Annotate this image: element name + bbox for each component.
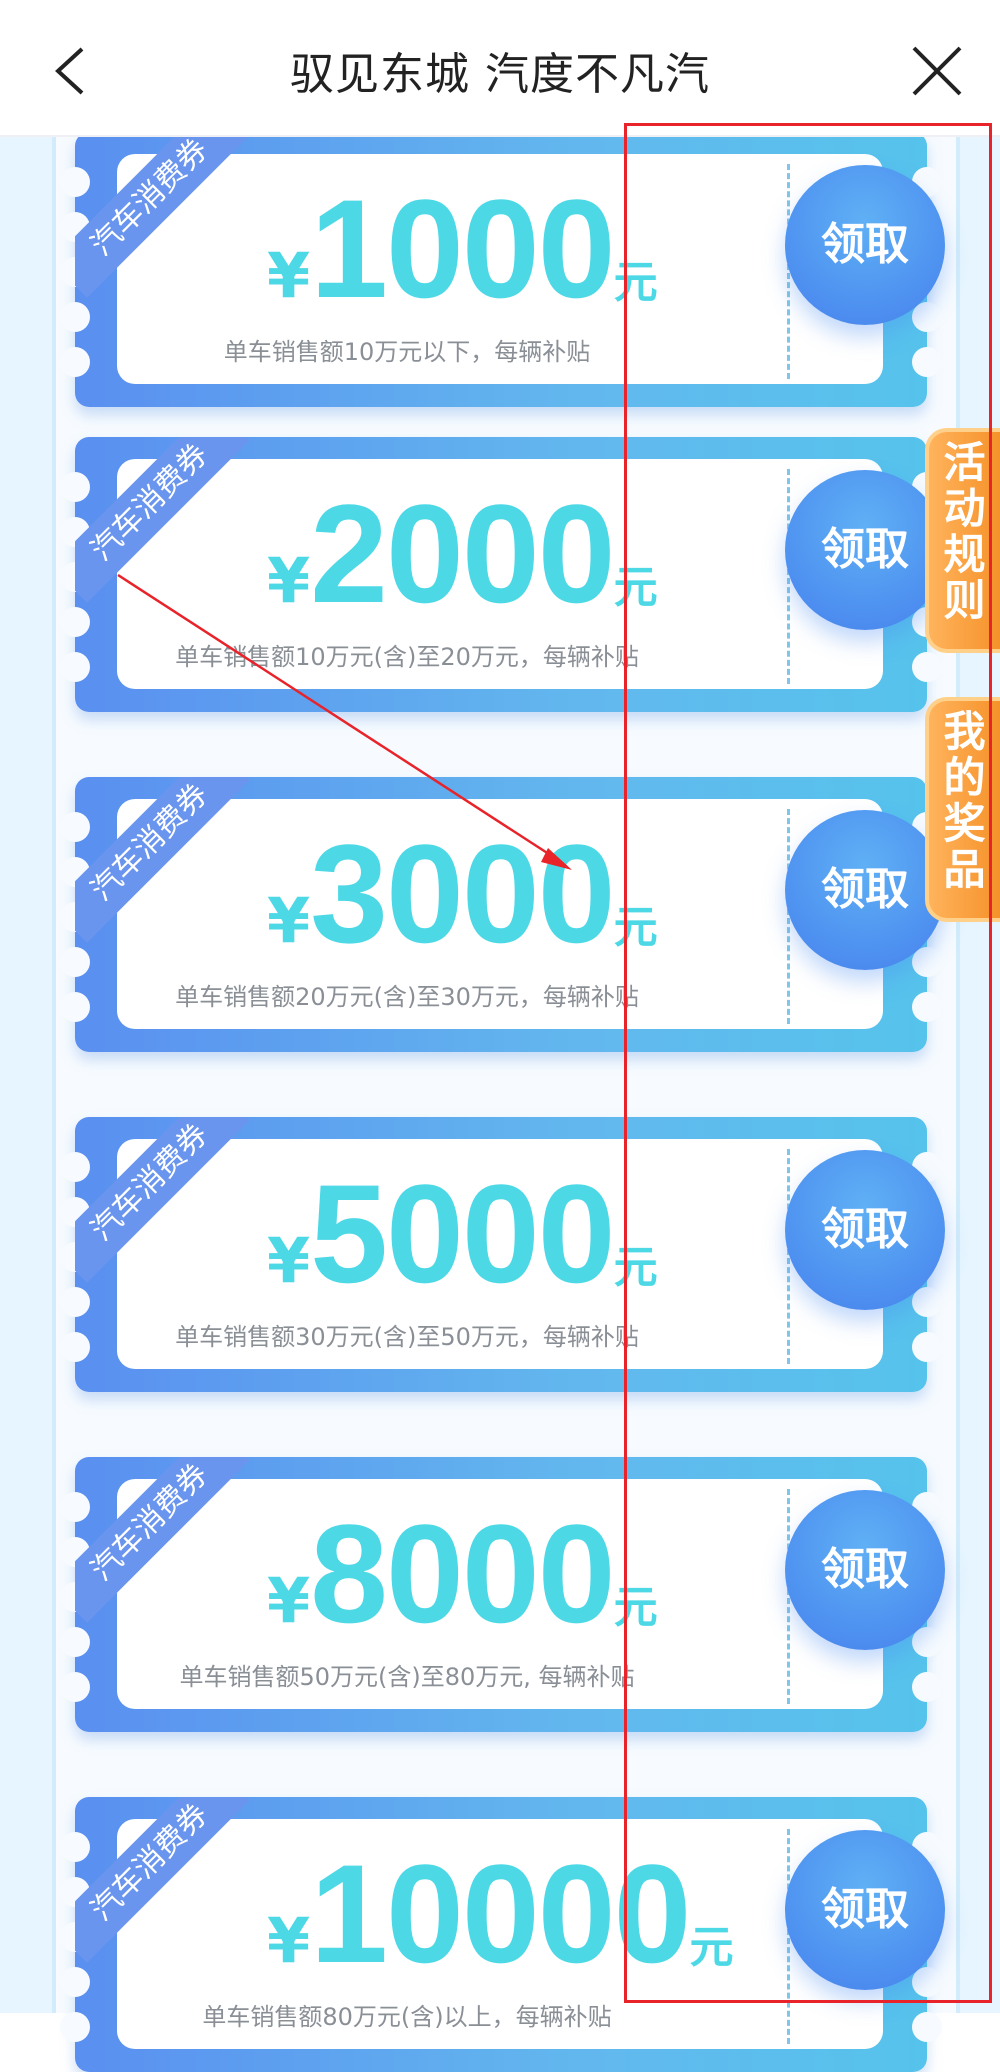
- ticket-notch: [912, 1672, 942, 1702]
- coupon-ribbon: 汽车消费券: [75, 1457, 250, 1623]
- ticket-notch: [60, 1332, 90, 1362]
- coupon-value: 10000: [310, 1835, 691, 1992]
- ticket-notch: [912, 302, 942, 332]
- claim-button[interactable]: 领取: [785, 810, 945, 970]
- my-prizes-tab[interactable]: 我的奖品: [925, 697, 1000, 922]
- ticket-notch: [912, 992, 942, 1022]
- coupon-card: ¥5000元 单车销售额30万元(含)至50万元，每辆补贴 汽车消费券 领取: [60, 1117, 945, 1392]
- claim-button[interactable]: 领取: [785, 1490, 945, 1650]
- coupon-description: 单车销售额80万元(含)以上，每辆补贴: [202, 2003, 612, 2031]
- ribbon-container: 汽车消费券: [75, 437, 275, 637]
- activity-rules-label: 活动规则: [943, 438, 986, 625]
- coupon-value: 1000: [310, 170, 615, 327]
- coupon-description: 单车销售额20万元(含)至30万元，每辆补贴: [175, 983, 639, 1011]
- ticket-notch: [912, 652, 942, 682]
- coupon-description: 单车销售额50万元(含)至80万元, 每辆补贴: [179, 1663, 635, 1691]
- coupon-amount: ¥1000元: [267, 174, 658, 324]
- ticket-notch: [60, 652, 90, 682]
- coupon-value: 5000: [310, 1155, 615, 1312]
- ribbon-container: 汽车消费券: [75, 777, 275, 977]
- ticket-notch: [912, 1287, 942, 1317]
- ticket-notch: [912, 2012, 942, 2042]
- currency-unit: 元: [613, 562, 658, 613]
- currency-unit: 元: [613, 257, 658, 308]
- coupon-value: 3000: [310, 815, 615, 972]
- ticket-notch: [912, 347, 942, 377]
- coupon-ribbon: 汽车消费券: [75, 1117, 250, 1283]
- coupon-amount: ¥2000元: [267, 479, 658, 629]
- ribbon-container: 汽车消费券: [75, 132, 275, 332]
- ticket-notch: [912, 947, 942, 977]
- coupon-card: ¥3000元 单车销售额20万元(含)至30万元，每辆补贴 汽车消费券 领取: [60, 777, 945, 1052]
- coupon-description: 单车销售额10万元(含)至20万元，每辆补贴: [175, 643, 639, 671]
- currency-unit: 元: [613, 1582, 658, 1633]
- currency-unit: 元: [613, 902, 658, 953]
- coupon-amount: ¥3000元: [267, 819, 658, 969]
- coupon-card: ¥8000元 单车销售额50万元(含)至80万元, 每辆补贴 汽车消费券 领取: [60, 1457, 945, 1732]
- ribbon-container: 汽车消费券: [75, 1797, 275, 1997]
- claim-button[interactable]: 领取: [785, 470, 945, 630]
- claim-button[interactable]: 领取: [785, 1830, 945, 1990]
- ticket-notch: [60, 2012, 90, 2042]
- coupon-ribbon: 汽车消费券: [75, 132, 250, 298]
- coupon-card: ¥1000元 单车销售额10万元以下，每辆补贴 汽车消费券 领取: [60, 132, 945, 407]
- coupon-ribbon: 汽车消费券: [75, 777, 250, 943]
- ticket-notch: [60, 347, 90, 377]
- coupon-amount: ¥5000元: [267, 1159, 658, 1309]
- claim-button[interactable]: 领取: [785, 1150, 945, 1310]
- activity-rules-tab[interactable]: 活动规则: [925, 428, 1000, 653]
- currency-unit: 元: [689, 1922, 734, 1973]
- page-title: 驭见东城 汽度不凡汽: [290, 49, 710, 100]
- coupon-value: 2000: [310, 475, 615, 632]
- ticket-notch: [60, 992, 90, 1022]
- currency-unit: 元: [613, 1242, 658, 1293]
- coupon-value: 8000: [310, 1495, 615, 1652]
- my-prizes-label: 我的奖品: [943, 707, 986, 894]
- ticket-notch: [912, 1967, 942, 1997]
- coupon-description: 单车销售额10万元以下，每辆补贴: [223, 338, 591, 366]
- coupon-card: ¥10000元 单车销售额80万元(含)以上，每辆补贴 汽车消费券 领取: [60, 1797, 945, 2072]
- ticket-notch: [60, 1672, 90, 1702]
- coupon-card: ¥2000元 单车销售额10万元(含)至20万元，每辆补贴 汽车消费券 领取: [60, 437, 945, 712]
- ribbon-container: 汽车消费券: [75, 1117, 275, 1317]
- ticket-notch: [912, 1627, 942, 1657]
- ribbon-container: 汽车消费券: [75, 1457, 275, 1657]
- coupon-ribbon: 汽车消费券: [75, 437, 250, 603]
- close-icon[interactable]: [910, 44, 964, 98]
- coupon-description: 单车销售额30万元(含)至50万元，每辆补贴: [175, 1323, 639, 1351]
- coupon-amount: ¥10000元: [267, 1839, 733, 1989]
- claim-button[interactable]: 领取: [785, 165, 945, 325]
- top-nav-bar: 驭见东城 汽度不凡汽: [0, 0, 1000, 137]
- coupon-ribbon: 汽车消费券: [75, 1797, 250, 1963]
- ticket-notch: [912, 1332, 942, 1362]
- coupon-amount: ¥8000元: [267, 1499, 658, 1649]
